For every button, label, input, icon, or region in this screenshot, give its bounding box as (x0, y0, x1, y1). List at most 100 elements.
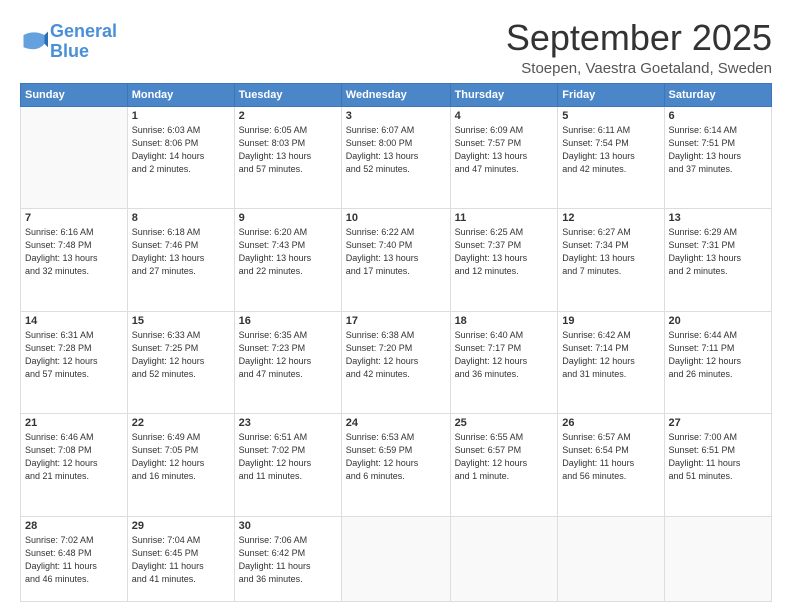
day-number: 10 (346, 212, 446, 224)
day-info: Sunrise: 7:06 AM Sunset: 6:42 PM Dayligh… (239, 534, 337, 586)
day-number: 18 (455, 315, 554, 327)
page: General Blue September 2025 Stoepen, Vae… (0, 0, 792, 612)
day-number: 30 (239, 520, 337, 532)
day-number: 15 (132, 315, 230, 327)
calendar-cell: 8Sunrise: 6:18 AM Sunset: 7:46 PM Daylig… (127, 209, 234, 312)
day-info: Sunrise: 6:22 AM Sunset: 7:40 PM Dayligh… (346, 226, 446, 278)
calendar-cell: 21 Sunrise: 6:46 AM Sunset: 7:08 PM Dayli… (21, 414, 128, 517)
day-number: 23 (239, 417, 337, 429)
day-info: Sunrise: 6:29 AM Sunset: 7:31 PM Dayligh… (669, 226, 767, 278)
calendar-cell: 24Sunrise: 6:53 AM Sunset: 6:59 PM Dayli… (341, 414, 450, 517)
day-header-friday: Friday (558, 83, 664, 106)
day-number: 29 (132, 520, 230, 532)
day-info: Sunrise: 6:42 AM Sunset: 7:14 PM Dayligh… (562, 329, 659, 381)
calendar-cell: 25 Sunrise: 6:55 AM Sunset: 6:57 PM Dayli… (450, 414, 558, 517)
day-number: 11 (455, 212, 554, 224)
calendar-cell: 16 Sunrise: 6:35 AM Sunset: 7:23 PM Dayli… (234, 311, 341, 414)
calendar-cell: 3Sunrise: 6:07 AM Sunset: 8:00 PM Daylig… (341, 106, 450, 209)
day-number: 26 (562, 417, 659, 429)
calendar-week-row: 28 Sunrise: 7:02 AM Sunset: 6:48 PM Dayli… (21, 516, 772, 601)
day-info: Sunrise: 6:27 AM Sunset: 7:34 PM Dayligh… (562, 226, 659, 278)
day-info: Sunrise: 6:25 AM Sunset: 7:37 PM Dayligh… (455, 226, 554, 278)
day-info: Sunrise: 6:40 AM Sunset: 7:17 PM Dayligh… (455, 329, 554, 381)
day-number: 8 (132, 212, 230, 224)
day-info: Sunrise: 7:02 AM Sunset: 6:48 PM Dayligh… (25, 534, 123, 586)
day-info: Sunrise: 6:57 AM Sunset: 6:54 PM Dayligh… (562, 431, 659, 483)
day-info: Sunrise: 6:46 AM Sunset: 7:08 PM Dayligh… (25, 431, 123, 483)
day-info: Sunrise: 6:31 AM Sunset: 7:28 PM Dayligh… (25, 329, 123, 381)
calendar-cell (341, 516, 450, 601)
day-info: Sunrise: 6:44 AM Sunset: 7:11 PM Dayligh… (669, 329, 767, 381)
day-number: 5 (562, 110, 659, 122)
calendar-cell: 6 Sunrise: 6:14 AM Sunset: 7:51 PM Daylig… (664, 106, 771, 209)
day-header-monday: Monday (127, 83, 234, 106)
day-number: 27 (669, 417, 767, 429)
day-info: Sunrise: 6:16 AM Sunset: 7:48 PM Dayligh… (25, 226, 123, 278)
calendar-week-row: 21 Sunrise: 6:46 AM Sunset: 7:08 PM Dayli… (21, 414, 772, 517)
calendar-cell: 17Sunrise: 6:38 AM Sunset: 7:20 PM Dayli… (341, 311, 450, 414)
day-info: Sunrise: 6:07 AM Sunset: 8:00 PM Dayligh… (346, 124, 446, 176)
day-header-thursday: Thursday (450, 83, 558, 106)
day-header-sunday: Sunday (21, 83, 128, 106)
day-number: 16 (239, 315, 337, 327)
calendar-cell (664, 516, 771, 601)
day-info: Sunrise: 6:09 AM Sunset: 7:57 PM Dayligh… (455, 124, 554, 176)
calendar-cell: 29 Sunrise: 7:04 AM Sunset: 6:45 PM Dayli… (127, 516, 234, 601)
day-number: 12 (562, 212, 659, 224)
calendar-week-row: 14 Sunrise: 6:31 AM Sunset: 7:28 PM Dayli… (21, 311, 772, 414)
header: General Blue September 2025 Stoepen, Vae… (20, 18, 772, 77)
day-number: 13 (669, 212, 767, 224)
day-number: 25 (455, 417, 554, 429)
calendar-cell: 4 Sunrise: 6:09 AM Sunset: 7:57 PM Daylig… (450, 106, 558, 209)
calendar-cell: 2 Sunrise: 6:05 AM Sunset: 8:03 PM Daylig… (234, 106, 341, 209)
day-info: Sunrise: 6:20 AM Sunset: 7:43 PM Dayligh… (239, 226, 337, 278)
logo: General Blue (20, 22, 117, 62)
day-header-tuesday: Tuesday (234, 83, 341, 106)
calendar-cell: 23 Sunrise: 6:51 AM Sunset: 7:02 PM Dayli… (234, 414, 341, 517)
day-number: 6 (669, 110, 767, 122)
calendar-cell: 5 Sunrise: 6:11 AM Sunset: 7:54 PM Daylig… (558, 106, 664, 209)
day-info: Sunrise: 6:05 AM Sunset: 8:03 PM Dayligh… (239, 124, 337, 176)
day-info: Sunrise: 6:55 AM Sunset: 6:57 PM Dayligh… (455, 431, 554, 483)
calendar-cell: 15 Sunrise: 6:33 AM Sunset: 7:25 PM Dayli… (127, 311, 234, 414)
day-info: Sunrise: 6:38 AM Sunset: 7:20 PM Dayligh… (346, 329, 446, 381)
day-info: Sunrise: 6:49 AM Sunset: 7:05 PM Dayligh… (132, 431, 230, 483)
calendar-header-row: SundayMondayTuesdayWednesdayThursdayFrid… (21, 83, 772, 106)
calendar-cell: 7 Sunrise: 6:16 AM Sunset: 7:48 PM Daylig… (21, 209, 128, 312)
day-info: Sunrise: 6:33 AM Sunset: 7:25 PM Dayligh… (132, 329, 230, 381)
calendar-cell: 1 Sunrise: 6:03 AM Sunset: 8:06 PM Daylig… (127, 106, 234, 209)
day-info: Sunrise: 6:14 AM Sunset: 7:51 PM Dayligh… (669, 124, 767, 176)
calendar-cell: 19 Sunrise: 6:42 AM Sunset: 7:14 PM Dayli… (558, 311, 664, 414)
calendar-week-row: 7 Sunrise: 6:16 AM Sunset: 7:48 PM Daylig… (21, 209, 772, 312)
day-number: 22 (132, 417, 230, 429)
calendar-cell: 12 Sunrise: 6:27 AM Sunset: 7:34 PM Dayli… (558, 209, 664, 312)
calendar-cell: 20 Sunrise: 6:44 AM Sunset: 7:11 PM Dayli… (664, 311, 771, 414)
calendar-table: SundayMondayTuesdayWednesdayThursdayFrid… (20, 83, 772, 602)
day-number: 19 (562, 315, 659, 327)
day-number: 28 (25, 520, 123, 532)
calendar-cell: 9Sunrise: 6:20 AM Sunset: 7:43 PM Daylig… (234, 209, 341, 312)
calendar-cell: 30 Sunrise: 7:06 AM Sunset: 6:42 PM Dayli… (234, 516, 341, 601)
day-number: 2 (239, 110, 337, 122)
calendar-cell: 13 Sunrise: 6:29 AM Sunset: 7:31 PM Dayli… (664, 209, 771, 312)
calendar-cell (558, 516, 664, 601)
day-info: Sunrise: 7:00 AM Sunset: 6:51 PM Dayligh… (669, 431, 767, 483)
day-number: 20 (669, 315, 767, 327)
day-info: Sunrise: 6:03 AM Sunset: 8:06 PM Dayligh… (132, 124, 230, 176)
day-info: Sunrise: 6:11 AM Sunset: 7:54 PM Dayligh… (562, 124, 659, 176)
day-number: 24 (346, 417, 446, 429)
day-number: 14 (25, 315, 123, 327)
day-number: 4 (455, 110, 554, 122)
day-number: 7 (25, 212, 123, 224)
day-number: 1 (132, 110, 230, 122)
day-info: Sunrise: 7:04 AM Sunset: 6:45 PM Dayligh… (132, 534, 230, 586)
logo-icon (20, 28, 48, 56)
day-info: Sunrise: 6:51 AM Sunset: 7:02 PM Dayligh… (239, 431, 337, 483)
calendar-cell: 14 Sunrise: 6:31 AM Sunset: 7:28 PM Dayli… (21, 311, 128, 414)
calendar-cell: 10 Sunrise: 6:22 AM Sunset: 7:40 PM Dayli… (341, 209, 450, 312)
day-info: Sunrise: 6:35 AM Sunset: 7:23 PM Dayligh… (239, 329, 337, 381)
calendar-week-row: 1 Sunrise: 6:03 AM Sunset: 8:06 PM Daylig… (21, 106, 772, 209)
calendar-cell (21, 106, 128, 209)
calendar-cell: 27 Sunrise: 7:00 AM Sunset: 6:51 PM Dayli… (664, 414, 771, 517)
day-number: 21 (25, 417, 123, 429)
